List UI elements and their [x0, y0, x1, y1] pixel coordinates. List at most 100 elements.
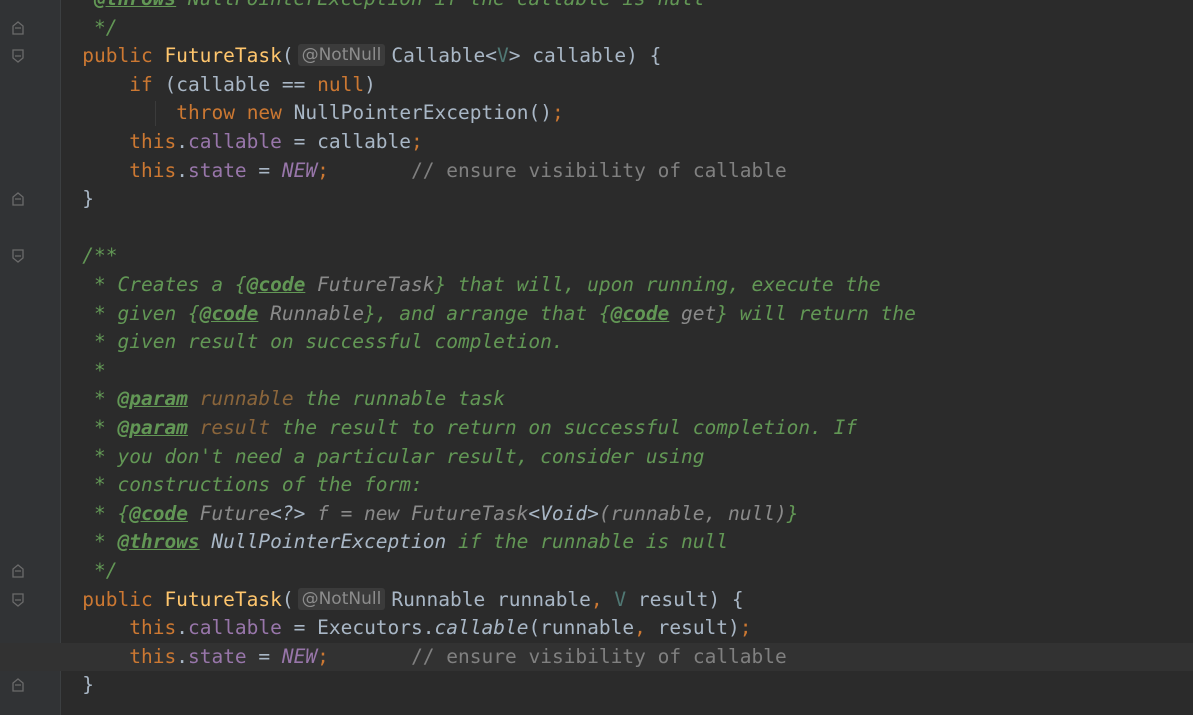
code-line-text: }: [82, 671, 94, 700]
code-token: * you don't need a particular result, co…: [94, 444, 705, 468]
code-area[interactable]: @throws NullPointerException if the call…: [0, 0, 1193, 715]
code-line-text: * @throws NullPointerException if the ru…: [94, 528, 728, 557]
code-token: this: [129, 616, 177, 640]
code-token: // ensure visibility of callable: [328, 158, 787, 182]
code-line-text: * given {@code Runnable}, and arrange th…: [94, 300, 916, 329]
code-token: if the runnable is null: [446, 530, 728, 554]
code-line[interactable]: * given result on successful completion.: [0, 328, 1193, 357]
code-line[interactable]: this.state = NEW; // ensure visibility o…: [0, 157, 1193, 186]
code-line[interactable]: /**: [0, 242, 1193, 271]
code-token: *: [94, 416, 118, 439]
code-token: @code: [610, 301, 670, 325]
code-line[interactable]: }: [0, 185, 1193, 214]
code-token: @code: [129, 501, 188, 525]
code-line-text: * you don't need a particular result, co…: [94, 443, 704, 472]
code-line[interactable]: */: [0, 557, 1193, 586]
code-token: }: [786, 501, 799, 525]
code-token: */: [94, 559, 118, 582]
code-token: ): [364, 72, 376, 96]
code-line[interactable]: }: [0, 671, 1193, 700]
code-token: }, and arrange that {: [364, 301, 611, 325]
parameter-hint: @NotNull: [297, 44, 386, 67]
code-line-text: this.callable = callable;: [129, 128, 423, 157]
code-token: =: [246, 158, 282, 182]
code-line[interactable]: this.callable = Executors.callable(runna…: [0, 614, 1193, 643]
code-token: public: [82, 587, 165, 611]
code-line[interactable]: * @param result the result to return on …: [0, 414, 1193, 443]
code-token: /**: [82, 244, 118, 268]
code-token: ;: [411, 130, 423, 153]
code-line[interactable]: * @param runnable the runnable task: [0, 385, 1193, 414]
code-line[interactable]: public FutureTask(@NotNull Callable<V> ca…: [0, 42, 1193, 71]
code-line[interactable]: * @throws NullPointerException if the ru…: [0, 528, 1193, 557]
code-token: (callable ==: [164, 72, 318, 96]
code-line[interactable]: * {@code Future<?> f = new FutureTask<Vo…: [0, 500, 1193, 529]
code-token: (runnable: [528, 616, 635, 640]
code-token: @throws: [117, 530, 200, 554]
code-token: // ensure visibility of callable: [328, 644, 787, 668]
code-line[interactable]: *: [0, 357, 1193, 386]
code-token: ;: [317, 644, 329, 668]
code-token: @throws: [94, 0, 176, 10]
code-token: result: [187, 416, 271, 439]
code-token: .: [176, 616, 188, 640]
code-line[interactable]: this.callable = callable;: [0, 128, 1193, 157]
code-line-text: * Creates a {@code FutureTask} that will…: [94, 271, 881, 300]
code-token: * Creates a {: [94, 273, 247, 296]
code-token: * given {: [94, 301, 200, 325]
code-token: runnable: [187, 387, 294, 411]
code-token: ;: [551, 101, 564, 125]
code-token: public: [82, 44, 165, 68]
code-line[interactable]: * you don't need a particular result, co…: [0, 443, 1193, 472]
code-token: callable: [187, 130, 282, 153]
code-token: NEW: [281, 158, 318, 182]
code-line[interactable]: */: [0, 14, 1193, 43]
code-editor[interactable]: @throws NullPointerException if the call…: [0, 0, 1193, 715]
parameter-hint: @NotNull: [297, 587, 386, 610]
code-token: */: [94, 15, 118, 39]
code-token: <Void>: [528, 501, 599, 525]
code-token: @code: [199, 301, 259, 325]
code-line-text: * given result on successful completion.: [94, 328, 564, 357]
code-token: this: [129, 158, 177, 182]
code-line[interactable]: this.state = NEW; // ensure visibility o…: [0, 642, 1193, 672]
code-line[interactable]: * given {@code Runnable}, and arrange th…: [0, 300, 1193, 329]
code-token: NullPointerException(): [293, 101, 552, 125]
code-token: callable: [434, 616, 529, 640]
code-token: * {: [94, 501, 130, 525]
code-token: @param: [117, 387, 188, 411]
code-token: result) {: [626, 587, 744, 611]
code-token: =: [246, 644, 282, 668]
code-token: Runnable runnable: [391, 587, 591, 611]
code-token: ,: [590, 587, 615, 611]
code-token: * given result on successful completion.: [94, 330, 564, 354]
code-token: null: [317, 72, 365, 96]
code-line-text: * @param result the result to return on …: [94, 414, 857, 443]
code-line-text: }: [82, 185, 94, 214]
code-token: @param: [117, 416, 188, 439]
code-token: Callable<: [391, 44, 497, 68]
code-line[interactable]: if (callable == null): [0, 71, 1193, 100]
code-token: > callable) {: [508, 44, 662, 68]
code-line-text: /**: [82, 242, 117, 271]
code-line[interactable]: * Creates a {@code FutureTask} that will…: [0, 271, 1193, 300]
code-token: }: [82, 187, 94, 211]
code-line[interactable]: * constructions of the form:: [0, 471, 1193, 500]
code-line-text: this.state = NEW; // ensure visibility o…: [129, 157, 787, 186]
code-token: *: [94, 387, 118, 411]
code-line-text: *: [94, 357, 106, 386]
code-line[interactable]: throw new NullPointerException();: [0, 99, 1193, 128]
code-token: NEW: [281, 644, 318, 668]
code-token: Runnable: [258, 301, 365, 325]
indent-guide: [155, 101, 156, 126]
code-token: the result to return on successful compl…: [270, 416, 858, 439]
code-token: FutureTask: [164, 587, 282, 611]
code-token: } that will, upon running, execute the: [434, 273, 881, 296]
code-line[interactable]: @throws NullPointerException if the call…: [0, 0, 1193, 14]
code-token: f = new FutureTask: [305, 501, 529, 525]
code-line-text: * @param runnable the runnable task: [94, 385, 505, 414]
code-line[interactable]: [0, 214, 1193, 243]
code-line[interactable]: public FutureTask(@NotNull Runnable runna…: [0, 586, 1193, 615]
code-token: if: [129, 72, 165, 96]
code-token: (: [281, 44, 294, 68]
